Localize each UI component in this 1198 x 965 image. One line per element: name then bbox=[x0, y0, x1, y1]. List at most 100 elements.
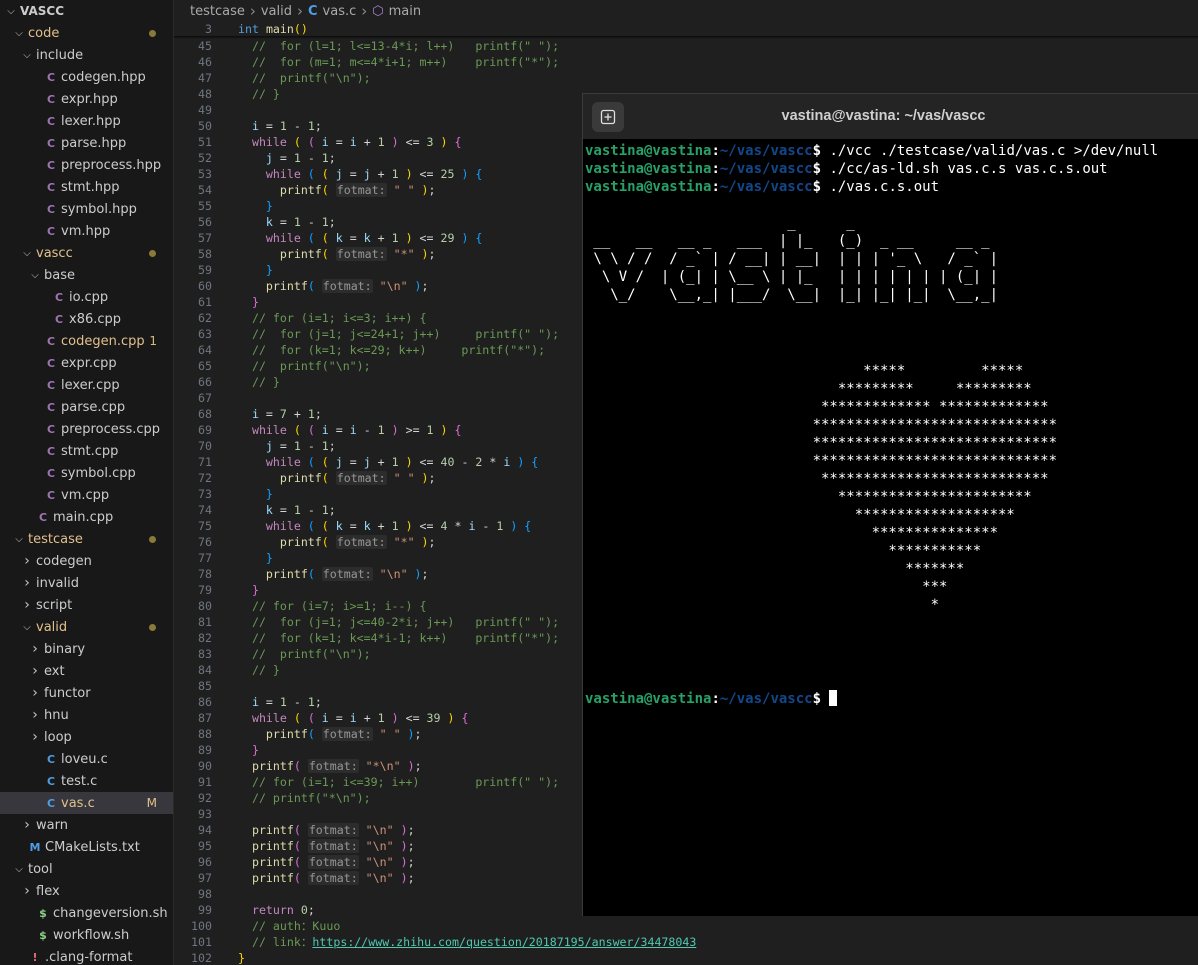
code-token: } bbox=[251, 295, 259, 309]
explorer-root-folder[interactable]: ⌵ VASCC bbox=[0, 0, 173, 22]
code-token: ) bbox=[433, 423, 448, 437]
tree-item-valid[interactable]: ⌵ valid bbox=[0, 616, 173, 638]
code-token: "\n" bbox=[358, 855, 394, 869]
line-number: 57 bbox=[198, 231, 212, 245]
tree-item-base[interactable]: ⌵ base bbox=[0, 264, 173, 286]
breadcrumb-item[interactable]: vas.c bbox=[323, 4, 357, 19]
breadcrumb-item[interactable]: testcase bbox=[190, 4, 245, 19]
code-line[interactable]: 45 // for (l=1; l<=13-4*i; l++) printf("… bbox=[174, 38, 1198, 54]
cpp-file-icon: C bbox=[46, 180, 56, 194]
tree-item-script[interactable]: › script bbox=[0, 594, 173, 616]
tree-item-changeversion-sh[interactable]: $ changeversion.sh bbox=[0, 902, 173, 924]
tree-item-test-c[interactable]: Ctest.c bbox=[0, 770, 173, 792]
tree-item-vascc[interactable]: ⌵ vascc bbox=[0, 242, 173, 264]
tree-item-parse-cpp[interactable]: Cparse.cpp bbox=[0, 396, 173, 418]
tree-item-workflow-sh[interactable]: $ workflow.sh bbox=[0, 924, 173, 946]
code-token: ; bbox=[414, 759, 422, 773]
tree-item-label: x86.cpp bbox=[69, 311, 122, 327]
tree-item-warn[interactable]: › warn bbox=[0, 814, 173, 836]
modified-dot-icon bbox=[149, 535, 156, 543]
tree-item-stmt-hpp[interactable]: Cstmt.hpp bbox=[0, 176, 173, 198]
tree-item-binary[interactable]: › binary bbox=[0, 638, 173, 660]
tree-item-label: testcase bbox=[28, 531, 83, 547]
line-code: } bbox=[238, 950, 245, 965]
tree-item-vas-c[interactable]: Cvas.c M bbox=[0, 792, 173, 814]
tree-item-loveu-c[interactable]: Cloveu.c bbox=[0, 748, 173, 770]
terminal-window[interactable]: vastina@vastina: ~/vas/vascc vastina@vas… bbox=[582, 93, 1198, 916]
tree-item-parse-hpp[interactable]: Cparse.hpp bbox=[0, 132, 173, 154]
tree-item-testcase[interactable]: ⌵ testcase bbox=[0, 528, 173, 550]
chevron-right-icon: › bbox=[32, 685, 38, 701]
tree-item-loop[interactable]: › loop bbox=[0, 726, 173, 748]
line-number: 84 bbox=[198, 663, 212, 677]
line-code: printf( fotmat: "\n" ); bbox=[238, 822, 415, 838]
tree-item-include[interactable]: ⌵ include bbox=[0, 44, 173, 66]
line-number: 99 bbox=[198, 903, 212, 917]
code-token: } bbox=[265, 263, 273, 277]
prompt-user: vastina@vastina bbox=[585, 143, 712, 159]
code-token: k bbox=[265, 503, 273, 517]
c-file-icon: C bbox=[46, 796, 56, 810]
line-code: i = 1 - 1; bbox=[238, 118, 322, 134]
tree-item-stmt-cpp[interactable]: Cstmt.cpp bbox=[0, 440, 173, 462]
tree-item-symbol-cpp[interactable]: Csymbol.cpp bbox=[0, 462, 173, 484]
tree-item-cmakelists-txt[interactable]: M CMakeLists.txt bbox=[0, 836, 173, 858]
tree-item-hnu[interactable]: › hnu bbox=[0, 704, 173, 726]
tree-item--clang-format[interactable]: ! .clang-format bbox=[0, 946, 173, 965]
code-line[interactable]: 100 // auth：Kuuo bbox=[174, 918, 1198, 934]
tree-item-expr-hpp[interactable]: Cexpr.hpp bbox=[0, 88, 173, 110]
breadcrumb-item[interactable]: valid bbox=[261, 4, 292, 19]
tree-item-expr-cpp[interactable]: Cexpr.cpp bbox=[0, 352, 173, 374]
tree-item-invalid[interactable]: › invalid bbox=[0, 572, 173, 594]
ascii-heart-line: *********** bbox=[585, 543, 982, 559]
line-number: 71 bbox=[198, 455, 212, 469]
tree-item-codegen[interactable]: › codegen bbox=[0, 550, 173, 572]
tree-item-code[interactable]: ⌵ code bbox=[0, 22, 173, 44]
code-line[interactable]: 101 // link：https://www.zhihu.com/questi… bbox=[174, 934, 1198, 950]
tree-item-lexer-cpp[interactable]: Clexer.cpp bbox=[0, 374, 173, 396]
code-token: - bbox=[300, 151, 322, 165]
tree-item-codegen-cpp[interactable]: Ccodegen.cpp 1 bbox=[0, 330, 173, 352]
tree-item-flex[interactable]: › flex bbox=[0, 880, 173, 902]
code-token: <= bbox=[398, 135, 427, 149]
chevron-down-icon: ⌵ bbox=[23, 247, 31, 259]
tree-item-label: ext bbox=[44, 663, 65, 679]
tree-item-preprocess-cpp[interactable]: Cpreprocess.cpp bbox=[0, 418, 173, 440]
tree-item-ext[interactable]: › ext bbox=[0, 660, 173, 682]
chevron-right-icon: › bbox=[24, 883, 30, 899]
line-code: printf( fotmat: " " ); bbox=[238, 182, 436, 198]
tree-item-codegen-hpp[interactable]: Ccodegen.hpp bbox=[0, 66, 173, 88]
tree-item-x86-cpp[interactable]: Cx86.cpp bbox=[0, 308, 173, 330]
code-token: ; bbox=[328, 503, 336, 517]
code-token: 1 bbox=[321, 215, 329, 229]
terminal-cursor[interactable] bbox=[829, 690, 838, 706]
code-line[interactable]: 46 // for (m=1; m<=4*i+1; m++) printf("*… bbox=[174, 54, 1198, 70]
breadcrumb-item[interactable]: main bbox=[389, 4, 421, 19]
line-code: } bbox=[238, 550, 273, 566]
code-token: ) bbox=[398, 455, 413, 469]
tree-item-vm-cpp[interactable]: Cvm.cpp bbox=[0, 484, 173, 506]
tree-item-vm-hpp[interactable]: Cvm.hpp bbox=[0, 220, 173, 242]
chevron-down-icon: ⌵ bbox=[7, 5, 15, 17]
code-token: // printf("*\n"); bbox=[238, 791, 371, 805]
hyperlink[interactable]: https://www.zhihu.com/question/20187195/… bbox=[312, 935, 696, 949]
tree-item-preprocess-hpp[interactable]: Cpreprocess.hpp bbox=[0, 154, 173, 176]
tree-item-functor[interactable]: › functor bbox=[0, 682, 173, 704]
code-line[interactable]: 47 // printf("\n"); bbox=[174, 70, 1198, 86]
code-line[interactable]: 102} bbox=[174, 950, 1198, 965]
code-token: k bbox=[363, 231, 371, 245]
code-token: k bbox=[265, 215, 273, 229]
tree-item-tool[interactable]: ⌵ tool bbox=[0, 858, 173, 880]
sticky-scroll-line[interactable]: 3 int main() bbox=[174, 21, 1198, 37]
tree-item-io-cpp[interactable]: Cio.cpp bbox=[0, 286, 173, 308]
tree-item-lexer-hpp[interactable]: Clexer.hpp bbox=[0, 110, 173, 132]
code-token: printf bbox=[251, 823, 294, 837]
ascii-banner-line: \_/ \__,_| |___/ \__| |_| |_| |_| \__,_| bbox=[585, 287, 999, 303]
line-code: } bbox=[238, 486, 273, 502]
tree-item-symbol-hpp[interactable]: Csymbol.hpp bbox=[0, 198, 173, 220]
tree-item-main-cpp[interactable]: Cmain.cpp bbox=[0, 506, 173, 528]
code-token: ; bbox=[407, 871, 415, 885]
line-code: j = 1 - 1; bbox=[238, 150, 336, 166]
